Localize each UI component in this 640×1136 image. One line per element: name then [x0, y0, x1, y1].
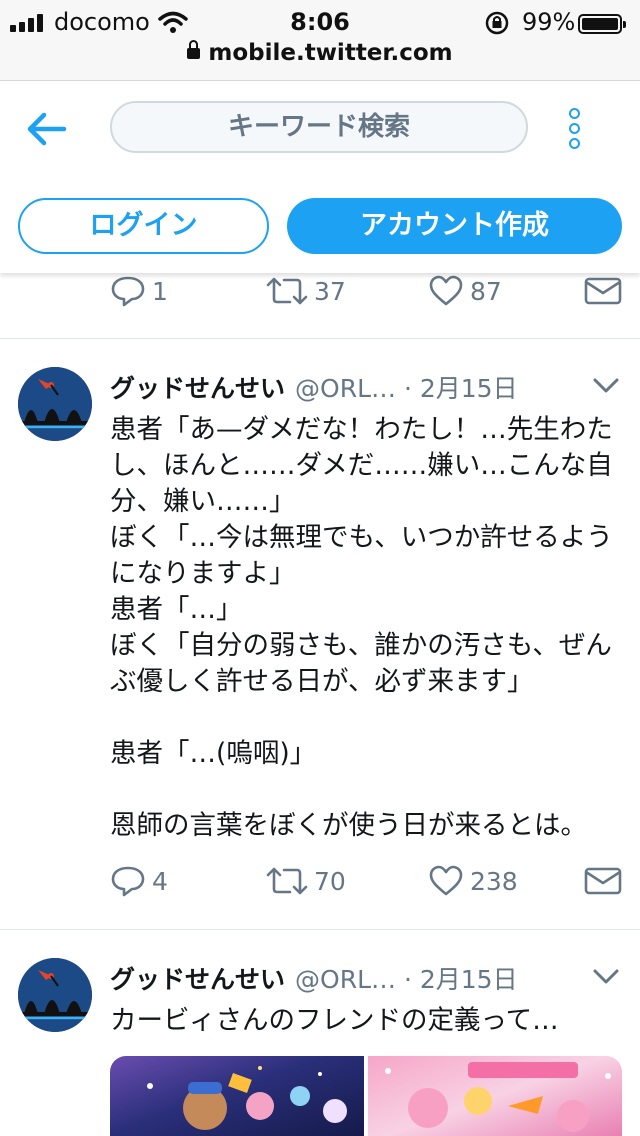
back-arrow-icon[interactable]: [24, 109, 68, 149]
retweet-count: 70: [314, 866, 346, 896]
like-button[interactable]: 238: [428, 861, 518, 901]
battery-percent: 99%: [522, 8, 576, 36]
like-count: 87: [470, 276, 502, 306]
signup-button[interactable]: アカウント作成: [287, 198, 622, 254]
url-text: mobile.twitter.com: [208, 40, 453, 66]
avatar[interactable]: [18, 958, 92, 1032]
share-button[interactable]: [584, 861, 628, 901]
twitter-header: キーワード検索 ログイン アカウント作成: [0, 81, 640, 273]
heart-icon: [429, 275, 463, 306]
search-input[interactable]: キーワード検索: [110, 101, 528, 153]
battery-icon: [578, 14, 626, 34]
share-button[interactable]: [584, 271, 628, 311]
heart-icon: [429, 865, 463, 896]
tweet-text: 患者「あ—ダメだな！わたし！…先生わたし、ほんと……ダメだ……嫌い…こんな自分、…: [110, 414, 613, 841]
chevron-down-icon[interactable]: [592, 377, 620, 395]
reply-count: 4: [152, 866, 168, 896]
lock-icon: [187, 40, 201, 59]
avatar-image: [18, 367, 92, 441]
address-bar[interactable]: mobile.twitter.com: [0, 40, 640, 66]
avatar-image: [18, 958, 92, 1032]
retweet-button[interactable]: 37: [266, 271, 346, 311]
more-options-icon[interactable]: [560, 101, 590, 157]
like-button[interactable]: 87: [428, 271, 502, 311]
handle[interactable]: @ORL…: [295, 965, 396, 994]
reply-count: 1: [152, 276, 168, 306]
mail-icon: [584, 867, 622, 895]
tweet-date[interactable]: · 2月15日: [404, 374, 518, 403]
tweet-actions: 1 37 87: [110, 271, 630, 311]
reply-icon: [111, 276, 145, 307]
game-screenshot-image: [385, 1062, 611, 1132]
chevron-down-icon[interactable]: [592, 968, 620, 986]
like-count: 238: [470, 866, 518, 896]
tweet[interactable]: グッドせんせい @ORL… · 2月15日 患者「あ—ダメだな！わたし！…先生わた…: [0, 339, 640, 929]
retweet-count: 37: [314, 276, 346, 306]
reply-button[interactable]: 4: [110, 861, 168, 901]
reply-icon: [111, 866, 145, 897]
tweet-actions: 4 70 238: [110, 861, 630, 901]
tweet-date[interactable]: · 2月15日: [404, 965, 518, 994]
tweet-text: カービィさんのフレンドの定義って…: [110, 1005, 559, 1036]
retweet-button[interactable]: 70: [266, 861, 346, 901]
mail-icon: [584, 277, 622, 305]
tweet[interactable]: グッドせんせい @ORL… · 2月15日 カービィさんのフレンドの定義って…: [0, 930, 640, 1136]
login-button[interactable]: ログイン: [18, 198, 269, 254]
media-image[interactable]: [110, 1056, 364, 1136]
media-image[interactable]: [368, 1056, 622, 1136]
tweet-header: グッドせんせい @ORL… · 2月15日: [110, 960, 630, 996]
status-bar: docomo 8:06 99% mobile.twitter.com: [0, 0, 640, 81]
retweet-icon: [266, 277, 308, 305]
tweet-header: グッドせんせい @ORL… · 2月15日: [110, 369, 630, 405]
retweet-icon: [266, 867, 308, 895]
avatar[interactable]: [18, 367, 92, 441]
game-art-image: [147, 1066, 347, 1130]
display-name[interactable]: グッドせんせい: [110, 965, 285, 994]
rotation-lock-icon: [485, 11, 509, 35]
reply-button[interactable]: 1: [110, 271, 168, 311]
tweet-media[interactable]: [110, 1056, 622, 1136]
display-name[interactable]: グッドせんせい: [110, 374, 285, 403]
handle[interactable]: @ORL…: [295, 374, 396, 403]
